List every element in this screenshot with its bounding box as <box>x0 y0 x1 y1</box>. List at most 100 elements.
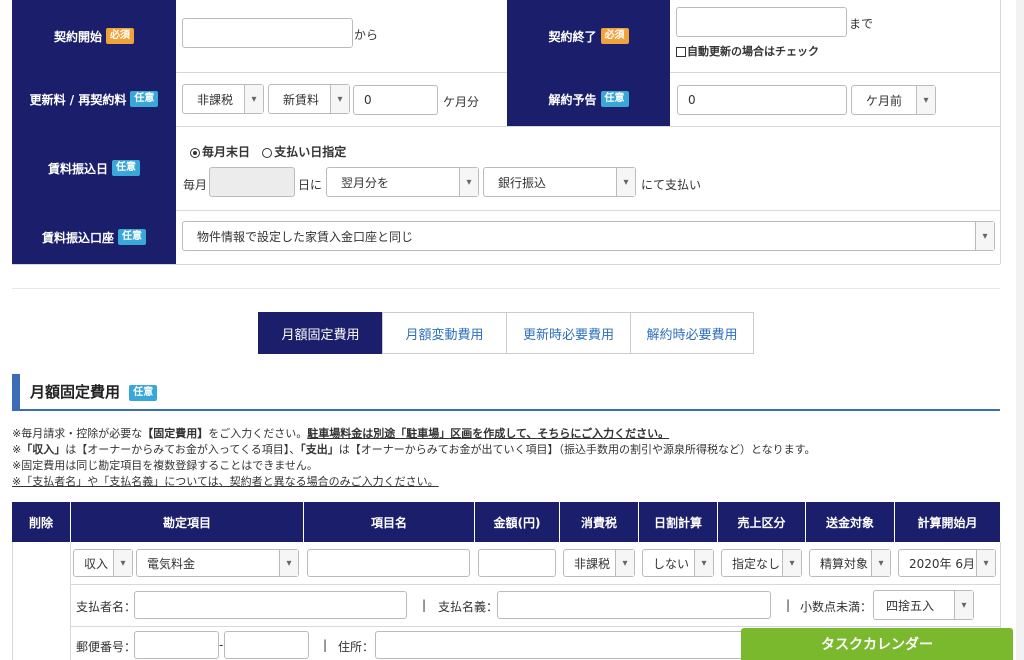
chevron-down-icon: ▾ <box>616 168 635 196</box>
notes-block: ※毎月請求・控除が必要な【固定費用】をご入力ください。駐車場料金は別途「駐車場」… <box>12 426 816 490</box>
radio-specify-day[interactable]: 支払い日指定 <box>262 145 346 159</box>
section-underline <box>12 409 1000 411</box>
renewal-label-cell: 更新料 / 再契約料 任意 <box>12 72 176 126</box>
payment-method-select[interactable]: 銀行振込 ▾ <box>483 167 636 197</box>
header-amount: 金額(円) <box>475 502 559 542</box>
optional-badge: 任意 <box>600 91 629 107</box>
pay-day-input[interactable] <box>209 167 295 197</box>
postal-code-input-2[interactable] <box>224 631 309 659</box>
contract-start-label-cell: 契約開始 必須 <box>12 0 176 72</box>
start-month-select[interactable]: 2020年 6月 ▾ <box>898 549 996 577</box>
note-line-1: ※毎月請求・控除が必要な【固定費用】をご入力ください。駐車場料金は別途「駐車場」… <box>12 427 670 440</box>
required-badge: 必須 <box>600 28 629 44</box>
renewal-amount-input[interactable]: 0 <box>353 85 438 115</box>
section-heading: 月額固定費用 任意 <box>30 381 158 402</box>
note-line-3: ※固定費用は同じ勘定項目を複数登録することはできません。 <box>12 459 318 472</box>
optional-badge: 任意 <box>130 91 159 107</box>
chevron-down-icon: ▾ <box>244 85 263 113</box>
separator: | <box>323 638 328 652</box>
rent-date-label-cell: 賃料振込日 任意 <box>12 126 176 210</box>
decimal-label: 小数点未満： <box>800 600 873 614</box>
separator: | <box>786 598 791 612</box>
cancel-notice-input[interactable]: 0 <box>677 85 847 115</box>
renewal-type-select[interactable]: 新賃料 ▾ <box>268 84 350 114</box>
chevron-down-icon: ▾ <box>916 86 935 114</box>
chevron-down-icon: ▾ <box>615 550 634 576</box>
cancel-notice-label-cell: 解約予告 任意 <box>507 72 670 126</box>
day-suffix: 日に <box>298 178 323 192</box>
payee-name-input[interactable] <box>497 591 771 619</box>
chevron-down-icon: ▾ <box>330 85 349 113</box>
contract-start-label: 契約開始 <box>53 29 102 44</box>
header-start-month: 計算開始月 <box>895 502 1000 542</box>
optional-badge: 任意 <box>112 160 140 176</box>
cancel-notice-unit-select[interactable]: ケ月前 ▾ <box>851 85 936 115</box>
auto-renew-checkbox[interactable] <box>676 47 686 57</box>
chevron-down-icon: ▾ <box>976 550 995 576</box>
renewal-tax-select[interactable]: 非課税 ▾ <box>182 84 264 114</box>
contract-end-label-cell: 契約終了 必須 <box>507 0 670 72</box>
radio-unchecked-icon <box>262 147 273 158</box>
separator: | <box>422 598 427 612</box>
address-label: 住所： <box>338 640 375 654</box>
section-heading-bar <box>12 374 20 410</box>
contract-end-label: 契約終了 <box>548 29 597 44</box>
optional-badge: 任意 <box>118 229 146 245</box>
optional-badge: 任意 <box>129 384 158 401</box>
chevron-down-icon: ▾ <box>975 222 994 250</box>
tab-cancellation-costs[interactable]: 解約時必要費用 <box>630 312 754 354</box>
tab-monthly-variable[interactable]: 月額変動費用 <box>382 312 507 354</box>
rent-date-label: 賃料振込日 <box>47 161 108 176</box>
account-item-select[interactable]: 電気料金 ▾ <box>136 549 299 577</box>
transfer-target-select[interactable]: 精算対象 ▾ <box>809 549 891 577</box>
header-sales-category: 売上区分 <box>718 502 805 542</box>
months-unit-text: ケ月分 <box>443 95 480 109</box>
sales-category-select[interactable]: 指定なし ▾ <box>721 549 802 577</box>
account-label-cell: 賃料振込口座 任意 <box>12 210 176 264</box>
income-expense-select[interactable]: 収入 ▾ <box>73 549 133 577</box>
chevron-down-icon: ▾ <box>694 550 713 576</box>
task-calendar-button[interactable]: タスクカレンダー <box>741 628 1013 660</box>
prorate-select[interactable]: しない ▾ <box>642 549 714 577</box>
account-label: 賃料振込口座 <box>41 230 114 245</box>
header-account-item: 勘定項目 <box>71 502 303 542</box>
note-line-2: ※「収入」は【オーナーからみてお金が入ってくる項目】、「支出」は【オーナーからみ… <box>12 443 816 456</box>
tab-renewal-costs[interactable]: 更新時必要費用 <box>506 312 631 354</box>
rent-date-radio-group: 毎月末日 支払い日指定 <box>190 143 346 160</box>
from-text: から <box>354 28 379 42</box>
header-prorate: 日割計算 <box>639 502 717 542</box>
payee-label: 支払名義： <box>438 600 499 614</box>
header-item-name: 項目名 <box>304 502 474 542</box>
chevron-down-icon: ▾ <box>871 550 890 576</box>
payer-name-input[interactable] <box>134 591 407 619</box>
tax-select[interactable]: 非課税 ▾ <box>563 549 635 577</box>
amount-input[interactable] <box>478 549 556 577</box>
account-select[interactable]: 物件情報で設定した家賃入金口座と同じ ▾ <box>182 221 995 251</box>
month-select[interactable]: 翌月分を ▾ <box>326 167 479 197</box>
auto-renew-checkbox-row[interactable]: 自動更新の場合はチェック <box>676 43 819 59</box>
decimal-rounding-select[interactable]: 四捨五入 ▾ <box>873 590 974 620</box>
contract-end-input[interactable] <box>676 7 847 37</box>
item-name-input[interactable] <box>307 549 470 577</box>
until-text: まで <box>849 17 874 31</box>
monthly-prefix: 毎月 <box>183 178 208 192</box>
radio-end-of-month[interactable]: 毎月末日 <box>190 145 250 159</box>
page-scrollbar[interactable] <box>1016 0 1024 660</box>
address-input[interactable] <box>375 631 755 659</box>
chevron-down-icon: ▾ <box>279 550 298 576</box>
header-delete: 削除 <box>12 502 70 542</box>
postal-label: 郵便番号： <box>76 640 137 654</box>
tab-monthly-fixed[interactable]: 月額固定費用 <box>258 312 383 354</box>
radio-checked-icon <box>190 147 200 158</box>
postal-code-input-1[interactable] <box>134 631 219 659</box>
section-title: 月額固定費用 <box>30 383 121 401</box>
auto-renew-text: 自動更新の場合はチェック <box>687 45 819 58</box>
postal-dash: - <box>219 638 224 652</box>
header-transfer-target: 送金対象 <box>806 502 894 542</box>
renewal-label: 更新料 / 再契約料 <box>29 92 127 107</box>
note-line-4: ※「支払者名」や「支払名義」については、契約者と異なる場合のみご入力ください。 <box>12 475 439 488</box>
contract-start-input[interactable] <box>182 18 353 48</box>
pay-suffix: にて支払い <box>641 178 702 192</box>
chevron-down-icon: ▾ <box>113 550 132 576</box>
payer-label: 支払者名： <box>76 600 137 614</box>
